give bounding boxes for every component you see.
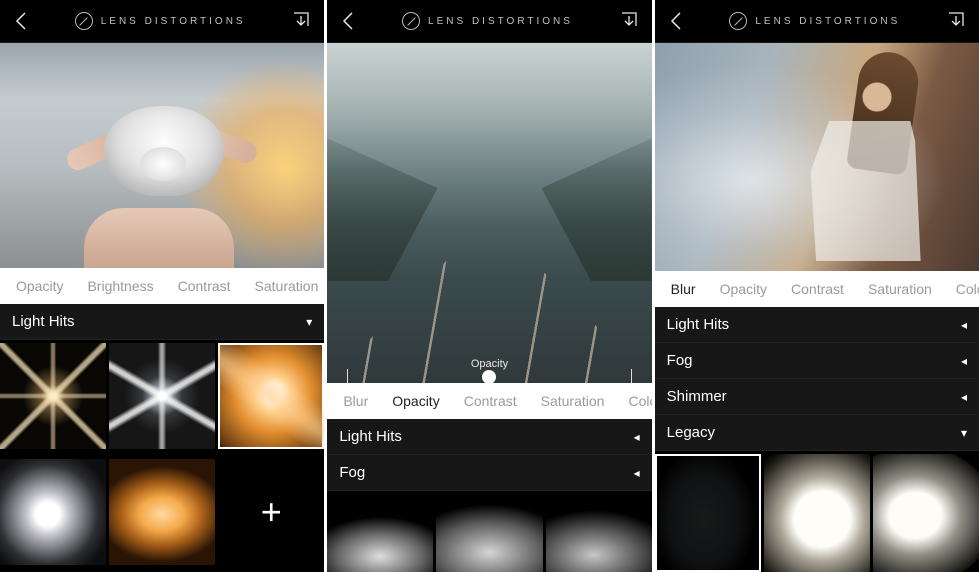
back-button[interactable] (14, 11, 28, 31)
category-legacy[interactable]: Legacy ▾ (655, 415, 979, 451)
preview-image[interactable] (0, 43, 324, 268)
app-brand: LENS DISTORTIONS (75, 12, 246, 30)
category-label: Legacy (667, 424, 715, 441)
tab-brightness[interactable]: Brightness (75, 278, 165, 294)
slider-knob[interactable] (482, 370, 496, 384)
chevron-left-icon (14, 11, 28, 31)
tab-contrast[interactable]: Contrast (452, 393, 529, 409)
chevron-down-icon: ▾ (306, 315, 312, 329)
effect-thumb-selected[interactable] (655, 454, 761, 572)
download-icon (292, 11, 310, 31)
tab-color[interactable]: Color (944, 281, 979, 297)
chevron-left-icon (341, 11, 355, 31)
add-effect-button[interactable]: + (218, 459, 324, 565)
effect-thumb[interactable] (327, 494, 433, 572)
effect-thumb[interactable] (436, 494, 542, 572)
effect-thumb[interactable] (0, 459, 106, 565)
category-fog[interactable]: Fog ◂ (327, 455, 651, 491)
category-light-hits[interactable]: Light Hits ◂ (327, 419, 651, 455)
effect-thumb[interactable] (873, 454, 979, 572)
effect-thumbnails (327, 491, 651, 572)
chevron-left-icon: ◂ (634, 466, 640, 480)
tab-opacity[interactable]: Opacity (380, 393, 451, 409)
save-button[interactable] (292, 11, 310, 31)
category-light-hits[interactable]: Light Hits ◂ (655, 307, 979, 343)
back-button[interactable] (341, 11, 355, 31)
category-label: Light Hits (667, 316, 730, 333)
category-label: Light Hits (339, 428, 402, 445)
screen-2: LENS DISTORTIONS Opacity Blur Opacity Co… (327, 0, 651, 572)
effect-thumbnails: + (0, 340, 324, 572)
preview-image[interactable] (655, 43, 979, 271)
download-icon (947, 11, 965, 31)
chevron-left-icon: ◂ (961, 354, 967, 368)
brand-logo-icon (402, 12, 420, 30)
app-header: LENS DISTORTIONS (327, 0, 651, 43)
category-label: Fog (339, 464, 365, 481)
chevron-left-icon: ◂ (961, 390, 967, 404)
tab-saturation[interactable]: Saturation (243, 278, 325, 294)
download-icon (620, 11, 638, 31)
app-title: LENS DISTORTIONS (101, 16, 246, 27)
chevron-left-icon: ◂ (634, 430, 640, 444)
screen-1: LENS DISTORTIONS Opacity Brightness Cont… (0, 0, 324, 572)
app-title: LENS DISTORTIONS (755, 16, 900, 27)
effect-category-header[interactable]: Light Hits ▾ (0, 304, 324, 340)
chevron-left-icon: ◂ (961, 318, 967, 332)
app-brand: LENS DISTORTIONS (402, 12, 573, 30)
tab-contrast[interactable]: Contrast (779, 281, 856, 297)
preview-image[interactable]: Opacity (327, 43, 651, 383)
tab-saturation[interactable]: Saturation (856, 281, 944, 297)
opacity-slider-overlay: Opacity (327, 358, 651, 377)
category-label: Shimmer (667, 388, 727, 405)
effect-thumb-selected[interactable] (218, 343, 324, 449)
effect-thumb[interactable] (109, 459, 215, 565)
effect-thumb[interactable] (764, 454, 870, 572)
effect-category-label: Light Hits (12, 313, 75, 330)
tab-contrast[interactable]: Contrast (166, 278, 243, 294)
tab-blur[interactable]: Blur (659, 281, 708, 297)
adjust-tabs: Blur Opacity Contrast Saturation Color (655, 271, 979, 307)
adjust-tabs: Opacity Brightness Contrast Saturation (0, 268, 324, 304)
app-title: LENS DISTORTIONS (428, 16, 573, 27)
tab-opacity[interactable]: Opacity (4, 278, 75, 294)
back-button[interactable] (669, 11, 683, 31)
brand-logo-icon (75, 12, 93, 30)
effect-thumbnails (655, 451, 979, 572)
app-brand: LENS DISTORTIONS (729, 12, 900, 30)
save-button[interactable] (947, 11, 965, 31)
effect-thumb[interactable] (0, 343, 106, 449)
tab-opacity[interactable]: Opacity (708, 281, 779, 297)
category-fog[interactable]: Fog ◂ (655, 343, 979, 379)
effect-thumb[interactable] (109, 343, 215, 449)
slider-label: Opacity (471, 358, 508, 370)
app-header: LENS DISTORTIONS (0, 0, 324, 43)
category-shimmer[interactable]: Shimmer ◂ (655, 379, 979, 415)
effect-thumb[interactable] (546, 494, 652, 572)
adjust-tabs: Blur Opacity Contrast Saturation Color (327, 383, 651, 419)
app-header: LENS DISTORTIONS (655, 0, 979, 43)
opacity-slider[interactable] (347, 376, 632, 377)
chevron-down-icon: ▾ (961, 426, 967, 440)
tab-color[interactable]: Color (616, 393, 651, 409)
chevron-left-icon (669, 11, 683, 31)
screen-3: LENS DISTORTIONS Blur Opacity Contrast S… (655, 0, 979, 572)
brand-logo-icon (729, 12, 747, 30)
save-button[interactable] (620, 11, 638, 31)
category-label: Fog (667, 352, 693, 369)
tab-saturation[interactable]: Saturation (529, 393, 617, 409)
tab-blur[interactable]: Blur (331, 393, 380, 409)
